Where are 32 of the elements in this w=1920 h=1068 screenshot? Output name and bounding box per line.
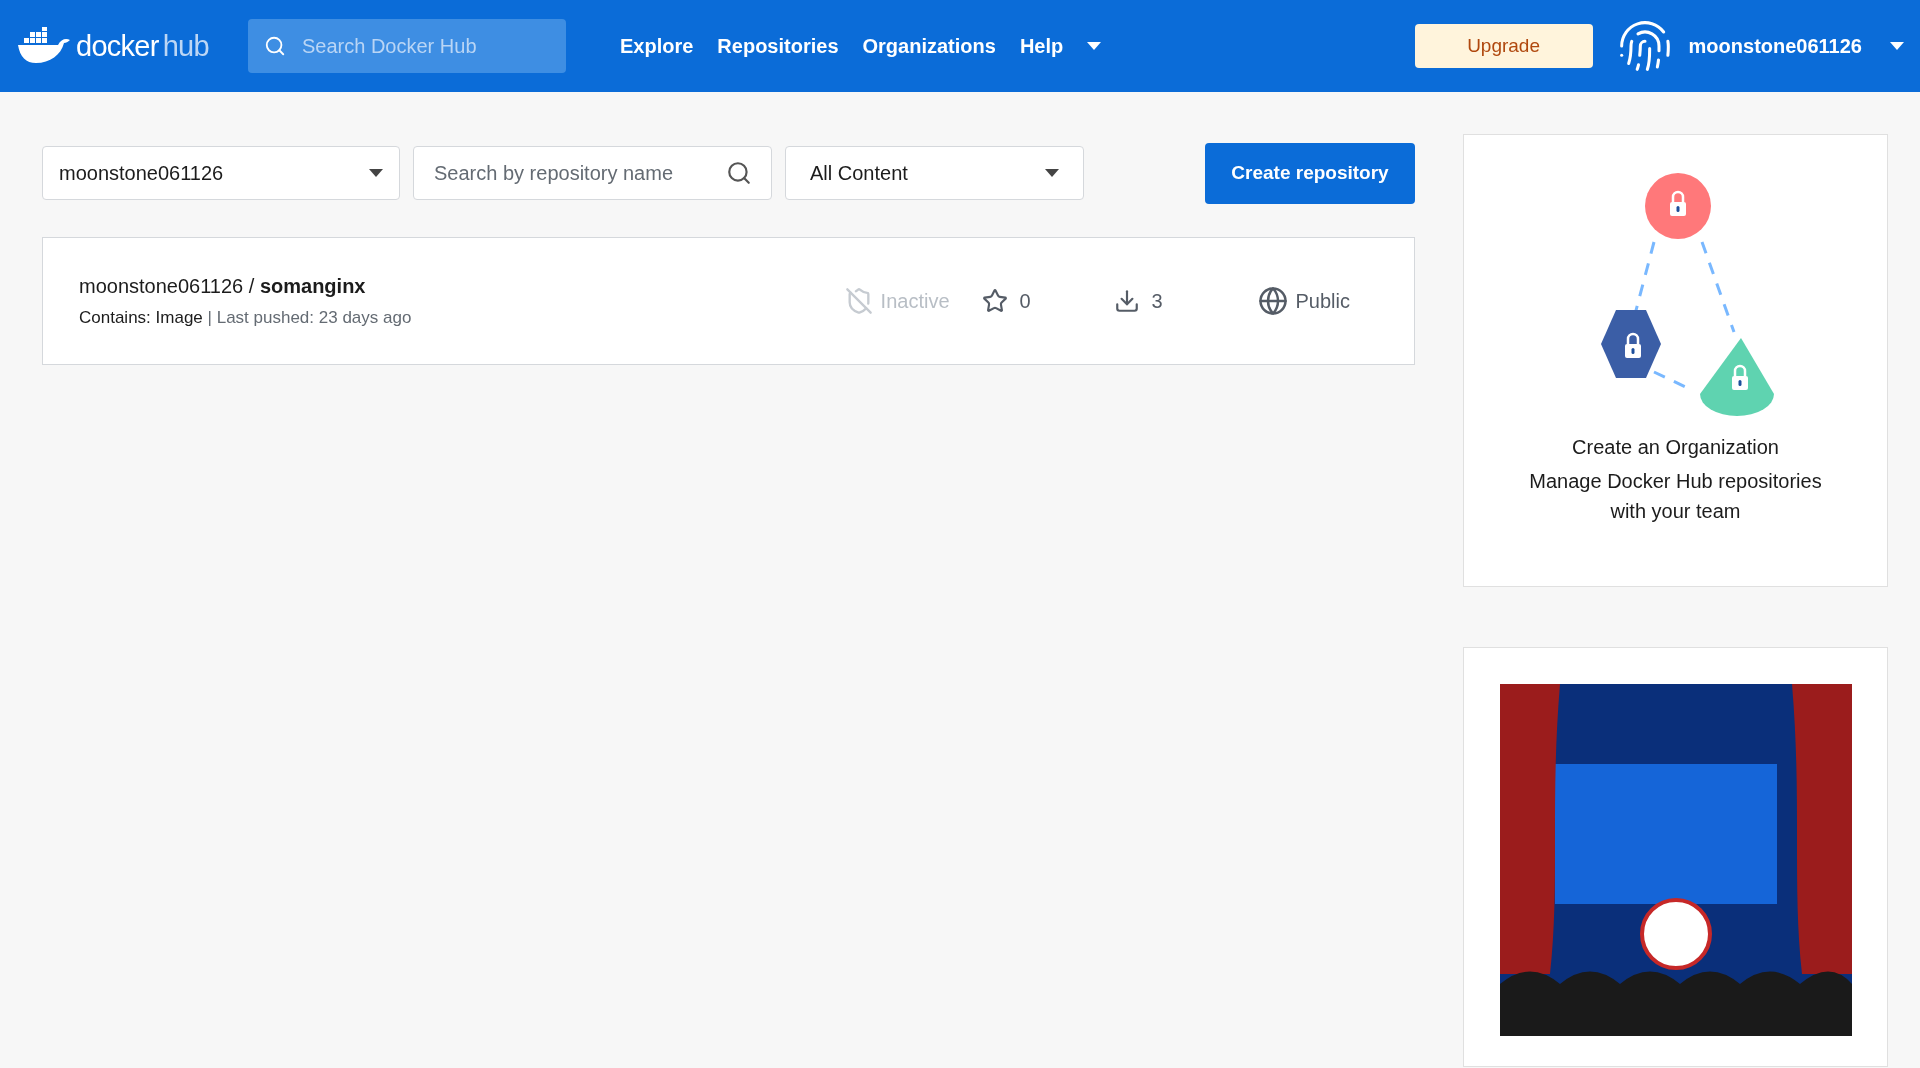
- card-title: Create an Organization: [1572, 435, 1779, 460]
- caret-icon[interactable]: [1890, 42, 1904, 50]
- visibility-label: Public: [1295, 289, 1350, 314]
- status-label: Inactive: [880, 289, 950, 314]
- star-count: 0: [1019, 289, 1031, 314]
- namespace-select[interactable]: moonstone061126: [42, 146, 400, 200]
- card-description: Manage Docker Hub repositories with your team: [1528, 469, 1823, 524]
- whale-icon: [16, 27, 72, 65]
- username[interactable]: moonstone061126: [1688, 31, 1862, 61]
- caret-icon: [1045, 169, 1059, 177]
- repository-meta: Contains: Image | Last pushed: 23 days ago: [79, 307, 413, 330]
- content-filter-select[interactable]: All Content: [785, 146, 1084, 200]
- shield-off-icon: [844, 287, 873, 315]
- create-repository-button[interactable]: Create repository: [1205, 142, 1415, 204]
- nav-link[interactable]: Help: [1019, 31, 1064, 61]
- globe-icon: [1257, 286, 1288, 316]
- download-icon: [1113, 288, 1140, 314]
- nav-link[interactable]: Explore: [620, 31, 694, 61]
- docker-hub-logo[interactable]: dockerhub: [16, 27, 228, 65]
- nav-link[interactable]: Repositories: [717, 31, 839, 61]
- search-field[interactable]: Search Docker Hub: [248, 19, 566, 73]
- pull-count: 3: [1151, 289, 1163, 314]
- caret-icon: [369, 169, 383, 177]
- star-icon: [981, 288, 1008, 314]
- search-icon: [726, 160, 752, 186]
- upgrade-button[interactable]: Upgrade: [1414, 24, 1593, 68]
- search-icon: [264, 35, 286, 57]
- repository-row[interactable]: moonstone061126 / somanginx Contains: Image | Last pushed: 23 days ago Inactive 0 3 Public: [42, 237, 1415, 365]
- caret-icon[interactable]: [1087, 42, 1102, 50]
- repository-search-field[interactable]: Search by repository name: [413, 146, 772, 200]
- nav-link[interactable]: Organizations: [862, 31, 996, 61]
- repository-name[interactable]: moonstone061126 / somanginx: [79, 271, 779, 302]
